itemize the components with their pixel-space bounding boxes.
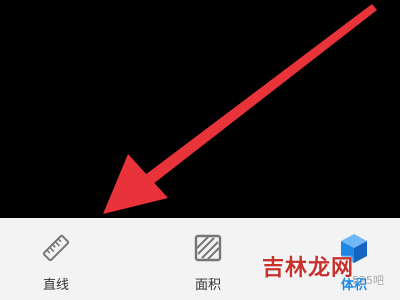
mode-line-button[interactable]: 直线 [16,218,96,300]
watermark-site: 525吧 [352,274,384,287]
ruler-icon [42,234,70,262]
measure-screen: 直线 面积 体积 吉林龙网 525吧 [0,0,400,300]
mode-area-button[interactable]: 面积 [168,218,248,300]
camera-viewport[interactable] [0,0,400,218]
mode-line-label: 直线 [42,278,69,293]
area-icon [194,234,222,262]
mode-area-label: 面积 [194,278,221,293]
watermark-logo: 吉林龙网 [262,255,355,281]
